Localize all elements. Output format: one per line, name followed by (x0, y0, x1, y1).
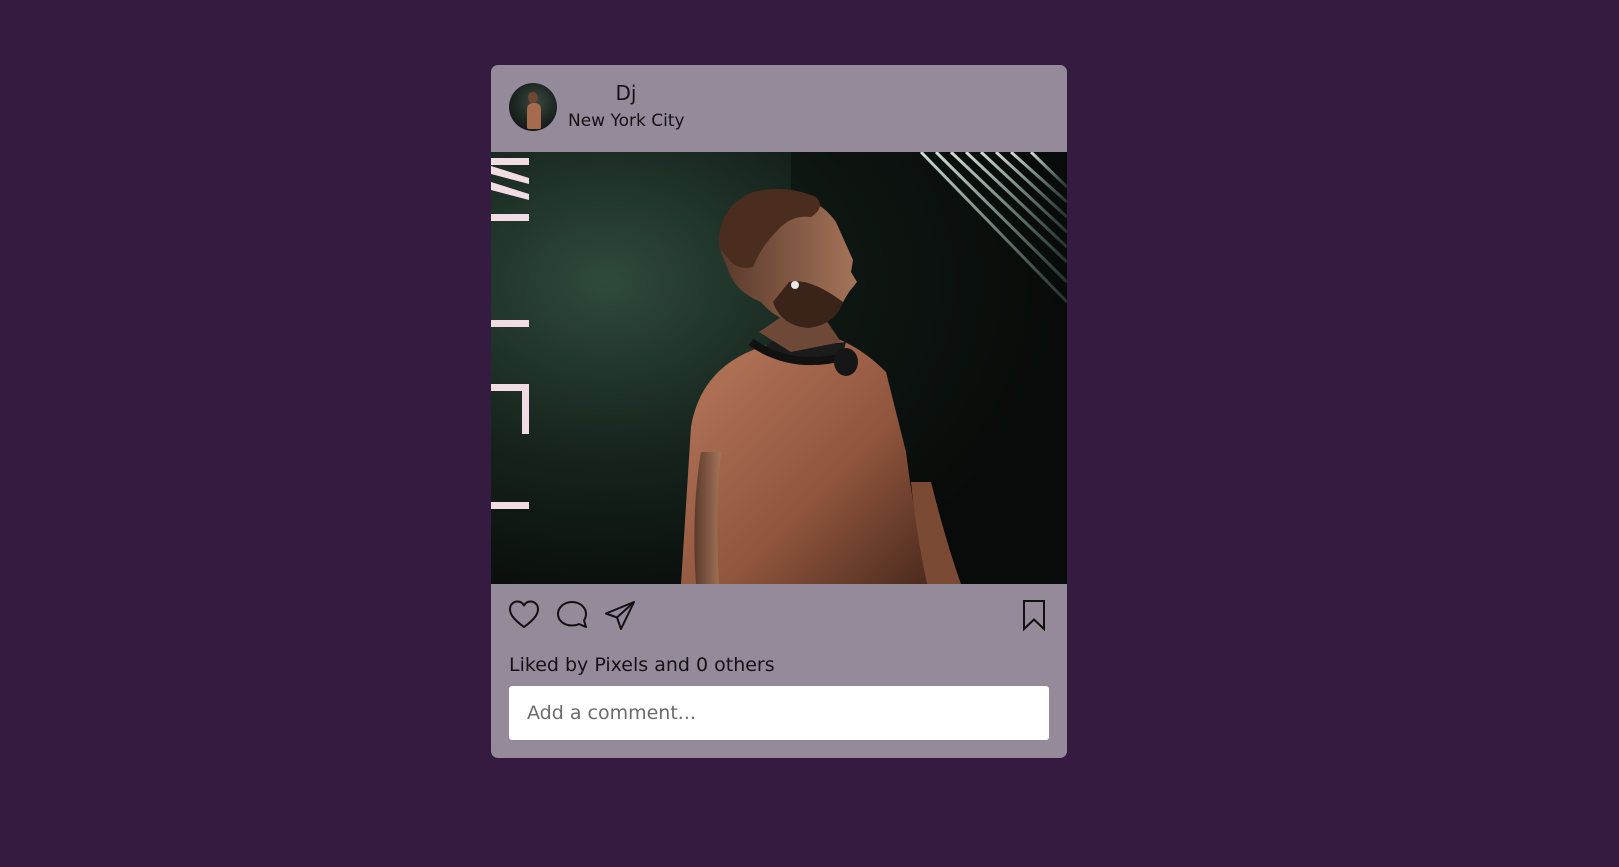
post-actions (491, 584, 1067, 644)
user-location[interactable]: New York City (568, 111, 685, 131)
bookmark-icon[interactable] (1017, 598, 1051, 632)
avatar-head (528, 92, 538, 103)
dj-photo (491, 152, 1067, 584)
avatar[interactable] (509, 83, 557, 131)
post-image[interactable] (491, 152, 1067, 584)
user-name[interactable]: Dj (567, 81, 685, 105)
paper-plane-icon[interactable] (603, 598, 637, 632)
comment-input[interactable] (509, 686, 1049, 740)
likes-text: Liked by Pixels and 0 others (509, 654, 775, 676)
speech-bubble-icon[interactable] (555, 598, 589, 632)
avatar-figure (527, 103, 541, 129)
post-card: Dj New York City Liked by Pixels and 0 o… (491, 65, 1067, 758)
post-header: Dj New York City (491, 65, 1067, 152)
heart-icon[interactable] (507, 598, 541, 632)
